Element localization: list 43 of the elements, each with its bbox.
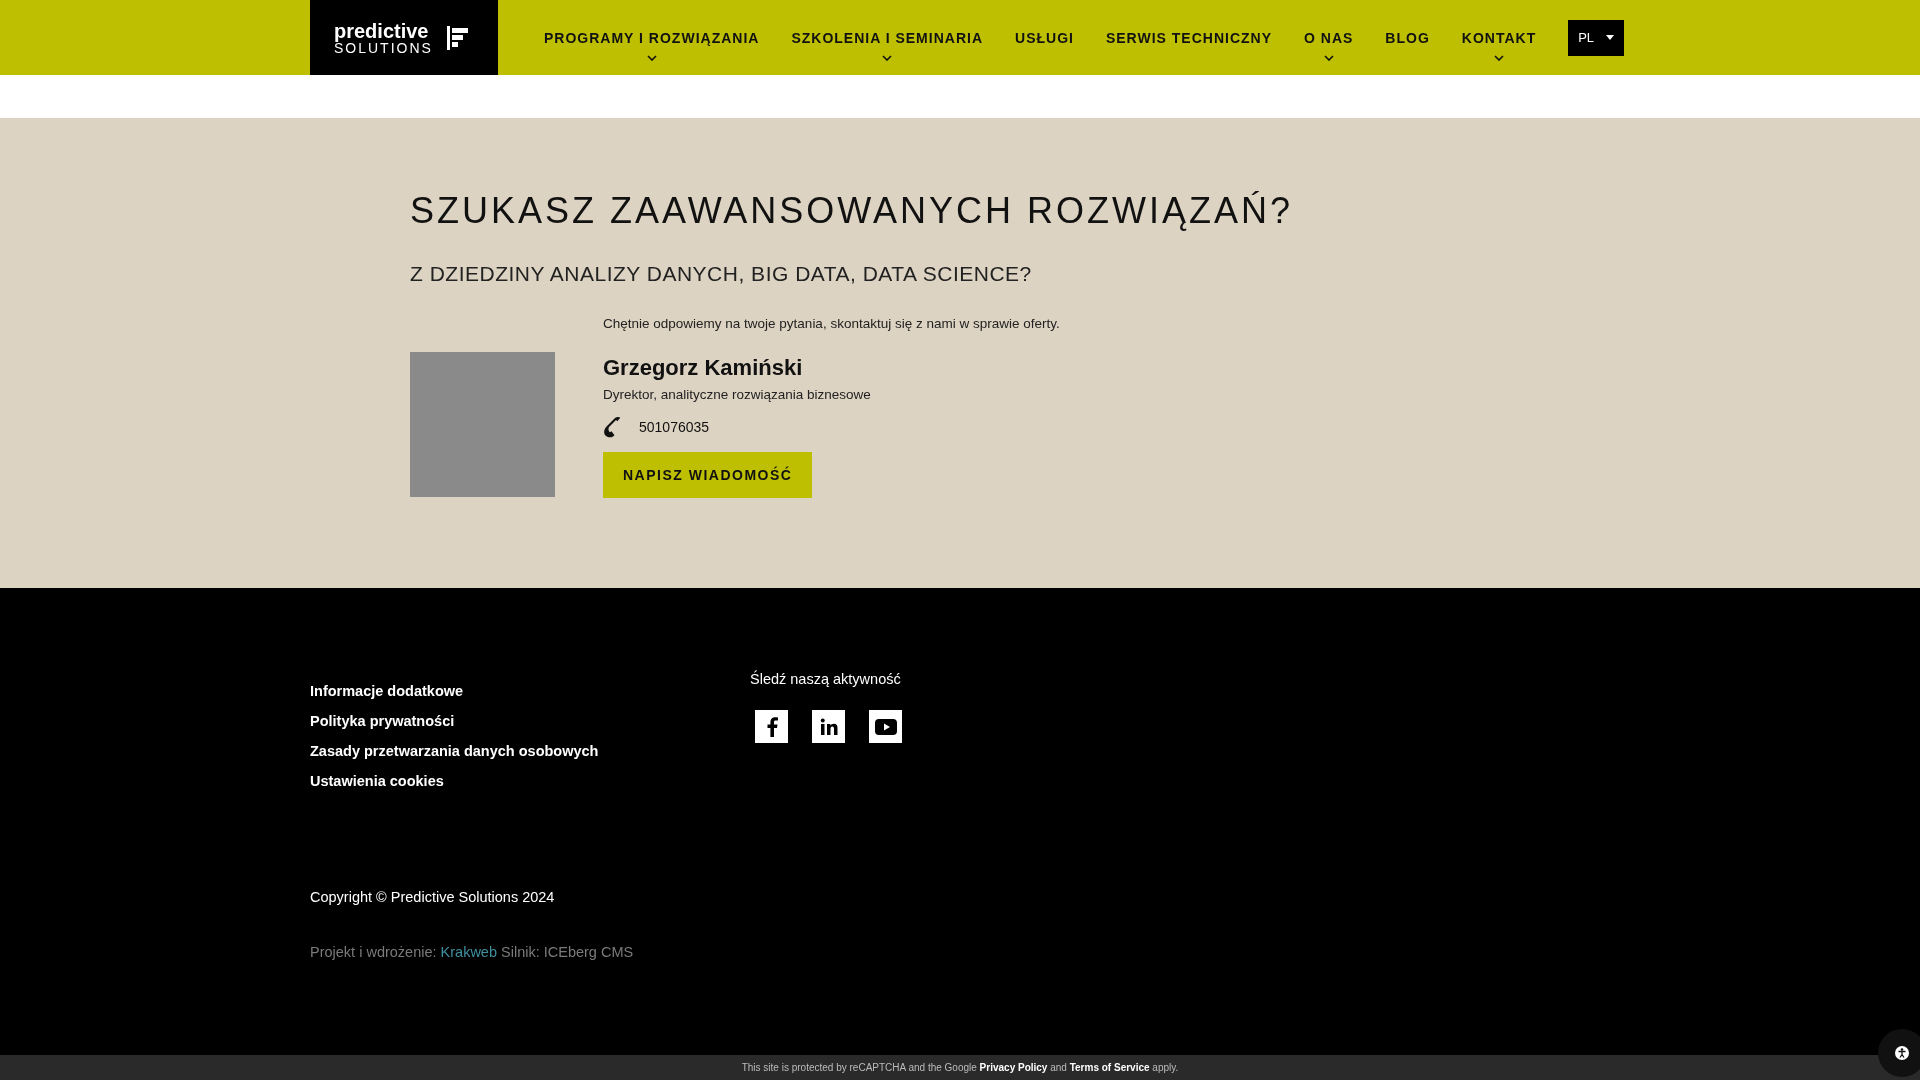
phone-number: 501076035 [639,419,710,435]
nav-item[interactable]: PROGRAMY I ROZWIĄZANIA [528,0,776,75]
social-link[interactable] [869,710,902,743]
nav-item[interactable]: USŁUGI [999,0,1090,75]
terms-link[interactable]: Terms of Service [1069,1062,1150,1073]
nav-item[interactable]: BLOG [1369,0,1446,75]
logo[interactable]: predictive SOLUTIONS [310,0,498,75]
hero-heading: SZUKASZ ZAAWANSOWANYCH ROZWIĄZAŃ? [410,190,1295,232]
logo-text: predictive [334,20,429,41]
accessibility-button[interactable] [1878,1029,1920,1077]
krakweb-link[interactable]: Krakweb [440,944,497,960]
chevron-down-icon [882,55,893,61]
credits-text: Projekt i wdrożenie: Krakweb Silnik: ICEberg CMS [310,944,635,960]
footer-link[interactable]: Polityka prywatności [310,713,750,729]
nav-item[interactable]: SERWIS TECHNICZNY [1089,0,1288,75]
social-heading: Śledź naszą aktywność [750,671,901,687]
footer-link[interactable]: Zasady przetwarzania danych osobowych [310,743,750,759]
chevron-down-icon [1494,55,1504,61]
chevron-down-icon [1323,55,1334,61]
social-link[interactable] [812,710,845,743]
contact-role: Dyrektor, analityczne rozwiązania biznesowe [603,387,872,402]
recaptcha-notice: This site is protected by reCAPTCHA and the Google Privacy Policy and Terms of Service apply. [741,1062,1179,1073]
youtube-icon [874,718,897,735]
contact-name: Grzegorz Kamiński [603,355,804,381]
language-dropdown[interactable]: PL [1568,19,1625,56]
chevron-down-icon [646,55,657,61]
nav-item[interactable]: O NAS [1288,0,1370,75]
accessibility-icon [1895,1046,1909,1060]
logo-subtext: SOLUTIONS [334,40,433,55]
logo-mark-icon [446,25,469,50]
privacy-policy-link[interactable]: Privacy Policy [979,1062,1048,1073]
footer-link[interactable]: Informacje dodatkowe [310,683,750,699]
intro-text: Chętnie odpowiemy na twoje pytania, skontaktuj się z nami w sprawie oferty. [603,316,1060,331]
linkedin-icon [819,717,838,736]
social-link[interactable] [755,710,788,743]
copyright-text: Copyright © Predictive Solutions 2024 [310,889,556,905]
hero-subheading: Z DZIEDZINY ANALIZY DANYCH, BIG DATA, DATA SCIENCE? [410,262,1033,286]
write-message-button[interactable]: NAPISZ WIADOMOŚĆ [603,452,813,498]
nav-item[interactable]: KONTAKT [1445,0,1553,75]
nav-item[interactable]: SZKOLENIA I SEMINARIA [775,0,999,75]
facebook-icon [765,716,778,737]
caret-icon [1606,35,1615,40]
footer-link[interactable]: Ustawienia cookies [310,773,750,789]
